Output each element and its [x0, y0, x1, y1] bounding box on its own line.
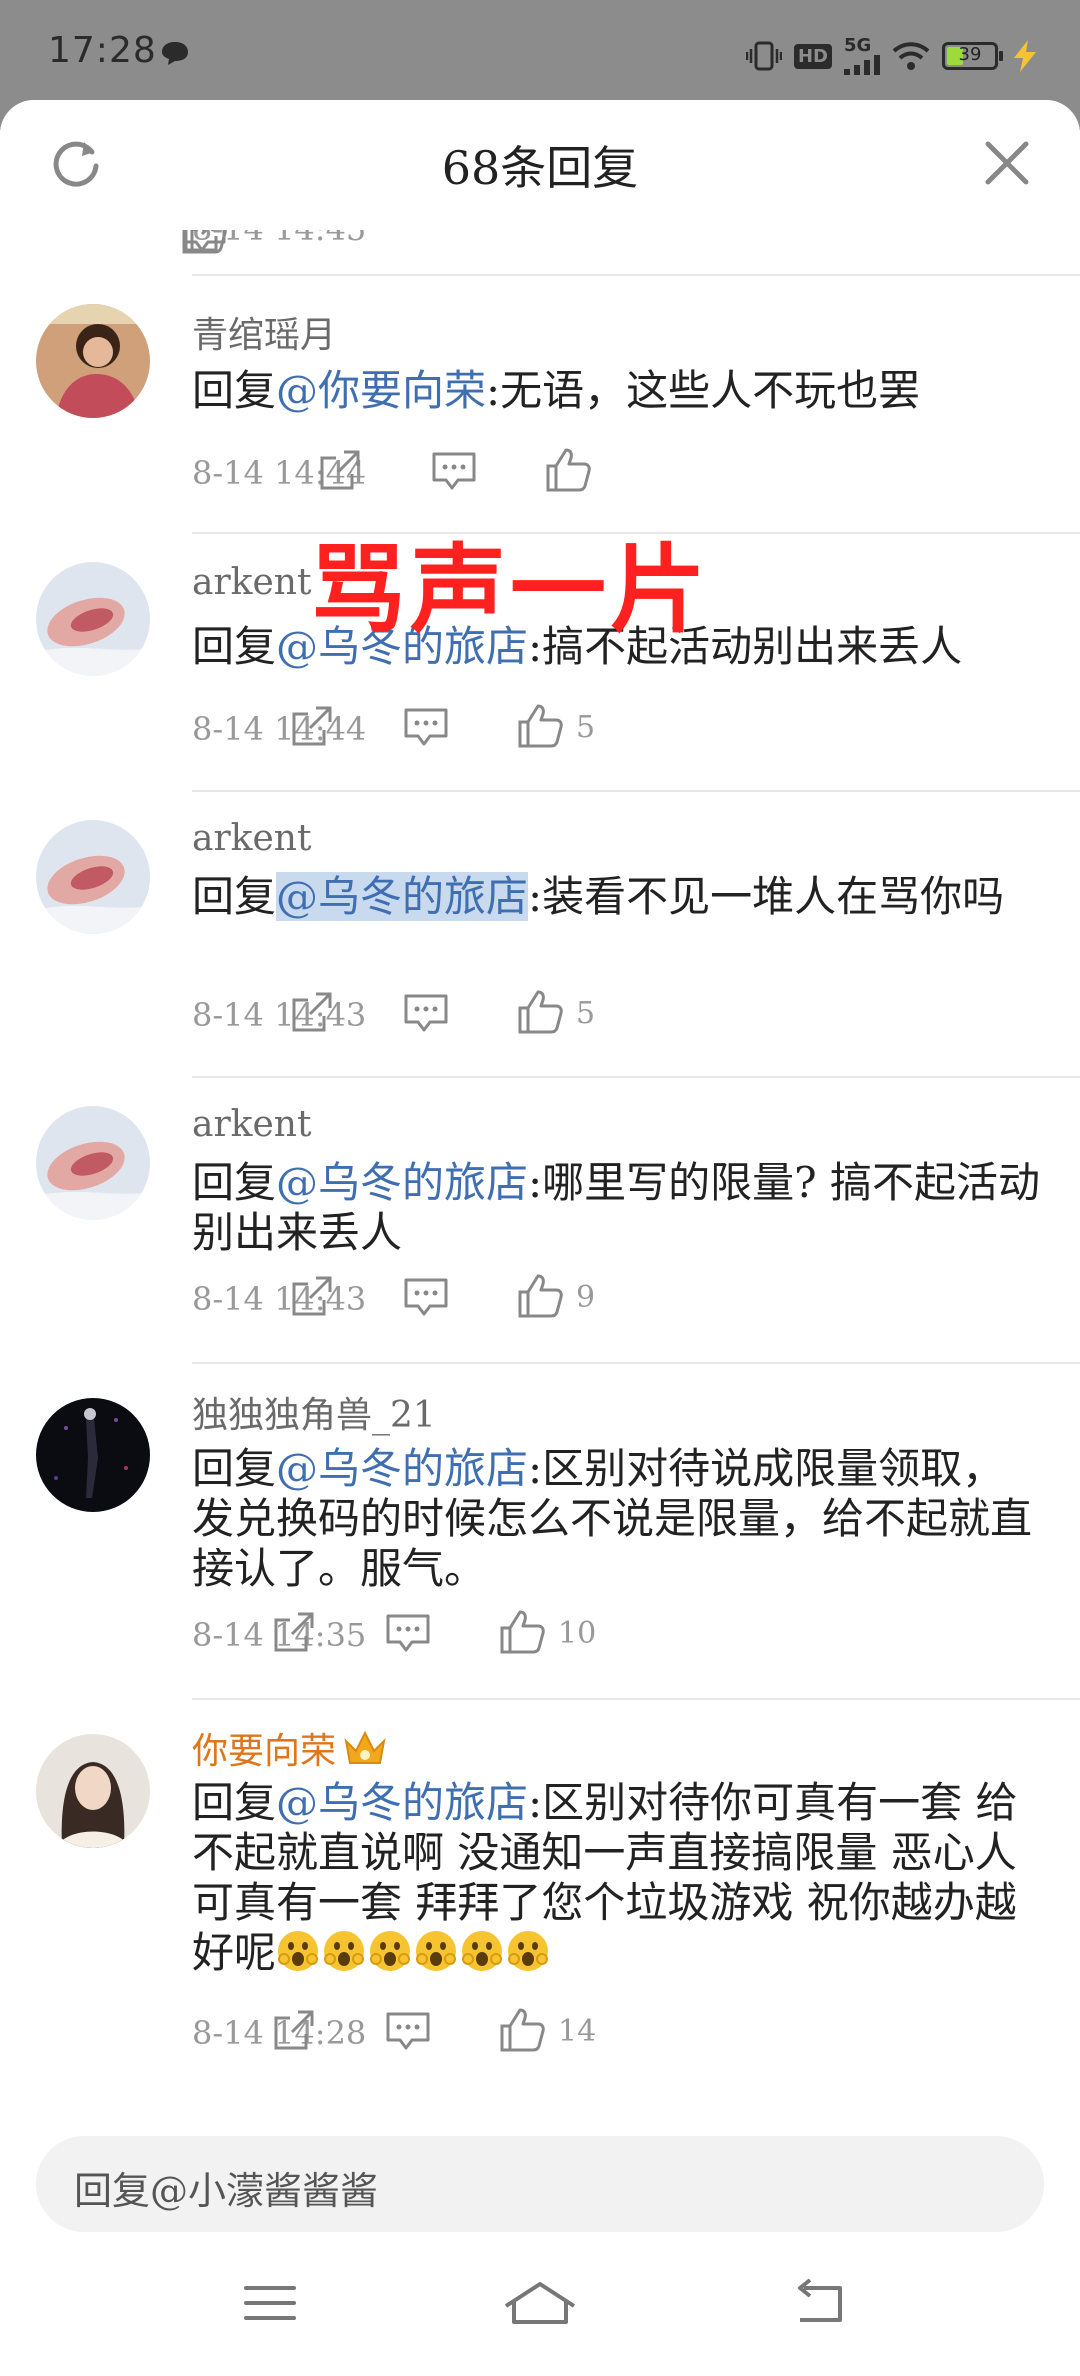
comment-author[interactable]: 你要向荣 [192, 1722, 388, 1774]
comment-author[interactable]: 青绾瑶月 [192, 306, 336, 358]
mention-link[interactable]: @乌冬的旅店 [276, 1778, 528, 1827]
like-icon[interactable] [498, 2006, 546, 2054]
scared-emoji-icon [506, 1929, 550, 1973]
comment-item[interactable]: 你要向荣 回复@乌冬的旅店:区别对待你可真有一套 给不起就直说啊 没通知一声直接… [0, 1700, 1080, 2090]
author-name[interactable]: 你要向荣 [192, 1731, 336, 1772]
comment-actions [180, 446, 1080, 506]
share-icon[interactable] [270, 2006, 318, 2054]
chat-bubble-icon [162, 42, 188, 65]
comment-item[interactable]: arkent 回复@乌冬的旅店:装看不见一堆人在骂你吗 8-14 14:43 5 [0, 792, 1080, 1076]
comment-item[interactable]: arkent 回复@乌冬的旅店:哪里写的限量? 搞不起活动别出来丢人 8-14 … [0, 1078, 1080, 1362]
avatar[interactable] [36, 1398, 150, 1512]
scared-emoji-icon [276, 1929, 320, 1973]
reply-prefix: 回复 [192, 622, 277, 671]
avatar[interactable] [36, 1734, 150, 1848]
mention-link[interactable]: @乌冬的旅店 [276, 872, 529, 921]
comment-item[interactable]: 青绾瑶月 回复@你要向荣:无语，这些人不玩也罢 8-14 14:44 [0, 276, 1080, 532]
like-count: 5 [576, 710, 596, 745]
comment-icon[interactable] [384, 1608, 432, 1656]
back-icon[interactable] [790, 2276, 850, 2330]
comment-text: 回复@乌冬的旅店:区别对待你可真有一套 给不起就直说啊 没通知一声直接搞限量 恶… [192, 1778, 1042, 1978]
share-icon[interactable] [316, 446, 364, 494]
comment-actions: 9 [180, 1272, 1080, 1332]
comment-text: 回复@乌冬的旅店:区别对待说成限量领取，发兑换码的时候怎么不说是限量，给不起就直… [192, 1444, 1042, 1594]
battery-level: 39 [958, 44, 982, 65]
signal-icon [844, 55, 880, 75]
like-icon[interactable] [180, 230, 228, 256]
scared-emoji-icon [414, 1929, 458, 1973]
comment-icon[interactable] [402, 702, 450, 750]
sheet-header: 68条回复 [0, 100, 1080, 230]
avatar[interactable] [36, 304, 150, 418]
mention-link[interactable]: @你要向荣 [276, 366, 486, 415]
annotation-overlay: 骂声一片 [310, 534, 710, 646]
comment-icon[interactable] [430, 446, 478, 494]
share-icon[interactable] [288, 1272, 336, 1320]
comment-actions: 5 [180, 988, 1080, 1048]
comment-body: :装看不见一堆人在骂你吗 [528, 872, 1005, 921]
share-icon[interactable] [270, 1608, 318, 1656]
reply-prefix: 回复 [192, 1158, 277, 1207]
comment-author[interactable]: arkent [192, 1104, 311, 1145]
comment-author[interactable]: 独独独角兽_21 [192, 1386, 436, 1438]
comment-text: 回复@乌冬的旅店:哪里写的限量? 搞不起活动别出来丢人 [192, 1158, 1042, 1258]
replies-sheet: 68条回复 8-14 14:45 青绾瑶月 回复@你要向荣:无语，这些人不玩也罢… [0, 100, 1080, 2376]
like-icon[interactable] [516, 702, 564, 750]
system-nav-bar [0, 2236, 1080, 2376]
comment-text: 回复@乌冬的旅店:装看不见一堆人在骂你吗 [192, 872, 1042, 922]
comment-actions: 10 [180, 1608, 1080, 1668]
charging-icon [1014, 40, 1036, 72]
emoji-group [276, 1928, 552, 1977]
scared-emoji-icon [460, 1929, 504, 1973]
status-bar: 17:28 HD 5G 39 [0, 0, 1080, 100]
like-count: 14 [558, 2014, 597, 2049]
close-icon[interactable] [982, 138, 1032, 188]
comment-text: 回复@你要向荣:无语，这些人不玩也罢 [192, 366, 1042, 416]
reply-list[interactable]: 8-14 14:45 青绾瑶月 回复@你要向荣:无语，这些人不玩也罢 8-14 … [0, 230, 1080, 2090]
reply-prefix: 回复 [192, 1778, 277, 1827]
share-icon[interactable] [288, 702, 336, 750]
reply-input[interactable]: 回复@小濛酱酱酱 [74, 2160, 378, 2215]
comment-actions: 5 [180, 702, 1080, 762]
status-time: 17:28 [48, 30, 157, 71]
comment-icon[interactable] [384, 2006, 432, 2054]
like-count: 5 [576, 996, 596, 1031]
comment-body: :无语，这些人不玩也罢 [486, 366, 921, 415]
like-icon[interactable] [498, 1608, 546, 1656]
avatar[interactable] [36, 1106, 150, 1220]
mention-link[interactable]: @乌冬的旅店 [276, 1158, 528, 1207]
scared-emoji-icon [368, 1929, 412, 1973]
mention-link[interactable]: @乌冬的旅店 [276, 1444, 528, 1493]
crown-icon [344, 1730, 386, 1764]
network-label: 5G [844, 35, 872, 56]
avatar[interactable] [36, 562, 150, 676]
reply-prefix: 回复 [192, 366, 277, 415]
wifi-icon [892, 42, 930, 70]
comment-icon[interactable] [402, 988, 450, 1036]
home-icon[interactable] [500, 2276, 580, 2330]
vibrate-icon [745, 41, 782, 71]
battery-icon: 39 [942, 42, 1003, 70]
comment-item[interactable]: 独独独角兽_21 回复@乌冬的旅店:区别对待说成限量领取，发兑换码的时候怎么不说… [0, 1364, 1080, 1698]
comment-author[interactable]: arkent [192, 562, 311, 603]
reply-prefix: 回复 [192, 872, 277, 921]
reply-bar[interactable]: 回复@小濛酱酱酱 [36, 2136, 1044, 2232]
comment-author[interactable]: arkent [192, 818, 311, 859]
like-icon[interactable] [544, 446, 592, 494]
list-item-partial: 8-14 14:45 [0, 230, 1080, 276]
share-icon[interactable] [288, 988, 336, 1036]
reply-prefix: 回复 [192, 1444, 277, 1493]
like-count: 10 [558, 1616, 597, 1651]
like-icon[interactable] [516, 988, 564, 1036]
avatar[interactable] [36, 820, 150, 934]
like-icon[interactable] [516, 1272, 564, 1320]
sheet-title: 68条回复 [441, 141, 639, 195]
scared-emoji-icon [322, 1929, 366, 1973]
like-count: 9 [576, 1280, 596, 1315]
comment-icon[interactable] [402, 1272, 450, 1320]
menu-icon[interactable] [240, 2276, 300, 2330]
comment-actions: 14 [180, 2006, 1080, 2066]
hd-badge: HD [793, 43, 832, 69]
